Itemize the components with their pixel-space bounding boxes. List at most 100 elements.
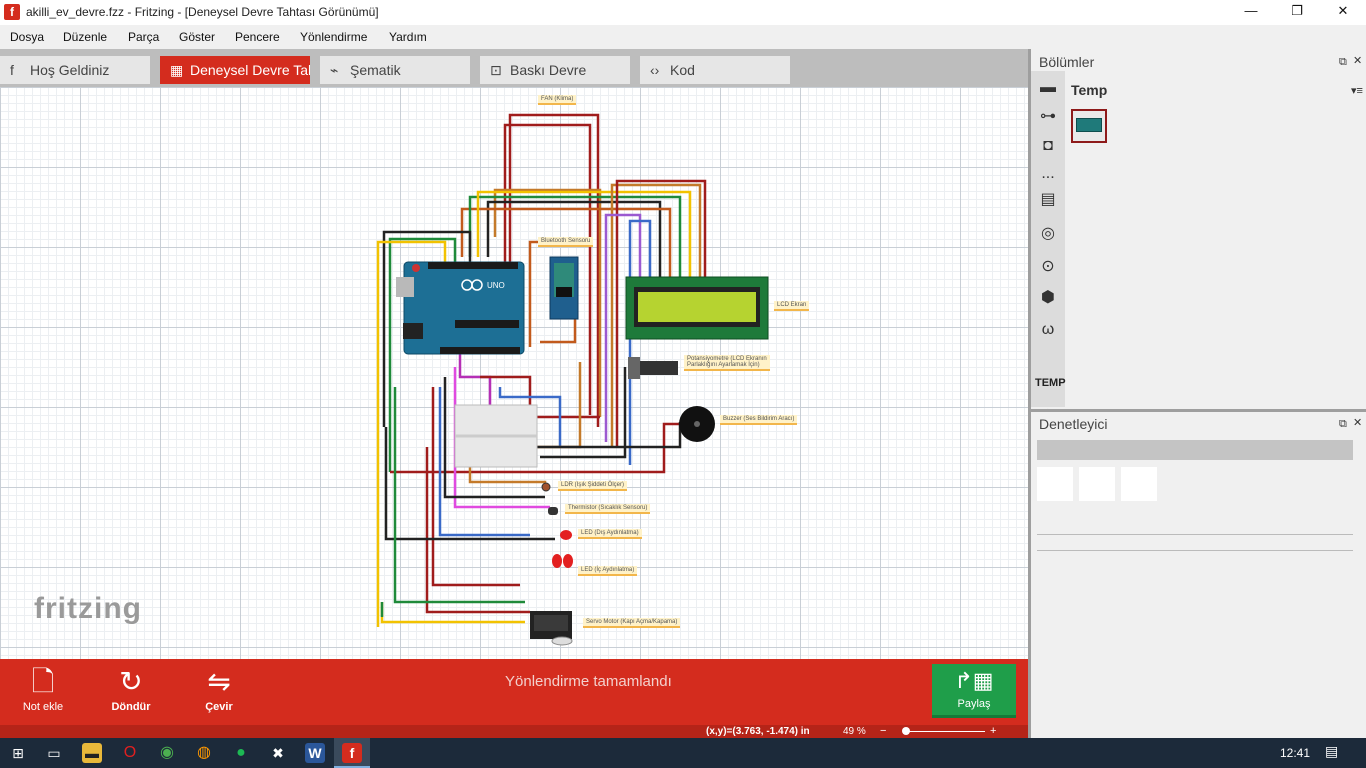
rotate-button[interactable]: ↻ Döndür	[96, 663, 166, 713]
lcd-display[interactable]	[625, 276, 769, 340]
resistor-bin-icon[interactable]: ⊶	[1036, 106, 1060, 128]
file-explorer-icon[interactable]: ▬	[82, 743, 102, 763]
close-panel-icon[interactable]: ✕	[1353, 416, 1362, 429]
tab-breadboard[interactable]: ▦ Deneysel Devre Tahtası	[160, 56, 310, 84]
wireless-bin-icon[interactable]: ◎	[1036, 223, 1060, 245]
led-outdoor[interactable]	[560, 530, 572, 540]
routing-status: Yönlendirme tamamlandı	[505, 673, 672, 690]
fritzing-app-icon: f	[4, 4, 20, 20]
label-ldr[interactable]: LDR (Işık Şiddeti Ölçer)	[558, 481, 628, 491]
share-icon: ↱▦	[954, 668, 994, 693]
clock[interactable]: 12:41	[1280, 746, 1310, 760]
opera-icon[interactable]: O	[120, 743, 140, 763]
firefox-icon[interactable]: ◍	[194, 743, 214, 763]
label-buzzer[interactable]: Buzzer (Ses Bildirim Aracı)	[720, 415, 798, 425]
add-note-label: Not ekle	[22, 701, 64, 713]
flip-label: Çevir	[205, 701, 233, 713]
led-indoor[interactable]	[552, 554, 573, 568]
zoom-slider-handle[interactable]	[902, 727, 910, 735]
word-icon[interactable]: W	[305, 743, 325, 763]
menu-duzenle[interactable]: Düzenle	[63, 30, 107, 44]
tab-schematic[interactable]: ⌁ Şematik	[320, 56, 470, 84]
label-lcd[interactable]: LCD Ekran	[774, 301, 810, 311]
ldr-sensor[interactable]	[541, 482, 551, 492]
menu-yonlendirme[interactable]: Yönlendirme	[300, 30, 367, 44]
core-parts-icon[interactable]: ▬	[1036, 77, 1060, 99]
spotify-icon[interactable]: ●	[231, 743, 251, 763]
ic-bin-icon[interactable]: ▤	[1036, 189, 1060, 211]
share-label: Paylaş	[957, 698, 991, 710]
network-tool-icon[interactable]: ✖	[268, 743, 288, 763]
zoom-slider[interactable]	[905, 731, 985, 732]
menu-pencere[interactable]: Pencere	[235, 30, 280, 44]
label-led-outdoor[interactable]: LED (Dış Aydınlatma)	[578, 529, 642, 539]
mini-breadboard[interactable]	[454, 404, 538, 468]
more-bins-icon[interactable]: ...	[1036, 163, 1060, 185]
tab-label: Baskı Devre	[510, 62, 587, 78]
breadboard-preview	[1037, 467, 1073, 501]
buzzer[interactable]	[679, 406, 715, 442]
maximize-button[interactable]: ❐	[1274, 0, 1320, 24]
tab-welcome[interactable]: f Hoş Geldiniz	[0, 56, 150, 84]
close-button[interactable]: ✕	[1320, 0, 1366, 24]
tab-label: Kod	[670, 62, 695, 78]
chrome-icon[interactable]: ◉	[157, 743, 177, 763]
servo-motor[interactable]	[530, 611, 573, 646]
zoom-out-icon[interactable]: −	[880, 725, 886, 737]
share-button[interactable]: ↱▦ Paylaş	[932, 664, 1016, 718]
parts-bin-list: ▬ ⊶ ◘ ... ▤ ◎ ⊙ ⬢ ω TEMP ▲	[1031, 71, 1066, 418]
zoom-level: 49 %	[843, 726, 866, 737]
temp-part-bluetooth[interactable]	[1071, 109, 1107, 143]
close-panel-icon[interactable]: ✕	[1353, 54, 1362, 67]
flip-icon: ⇋	[207, 666, 231, 697]
label-thermistor[interactable]: Thermistor (Sıcaklık Sensoru)	[565, 504, 651, 514]
tab-label: Deneysel Devre Tahtası	[190, 62, 310, 78]
temp-bin-label[interactable]: TEMP	[1035, 377, 1066, 389]
label-servo[interactable]: Servo Motor (Kapı Açma/Kapama)	[583, 618, 681, 628]
pcb-icon: ⊡	[490, 62, 502, 78]
tab-label: Hoş Geldiniz	[30, 62, 110, 78]
minimize-button[interactable]: —	[1228, 0, 1274, 24]
label-potentiometer[interactable]: Potansiyometre (LCD Ekranın Parlaklığını…	[684, 355, 770, 371]
tab-code[interactable]: ‹› Kod	[640, 56, 790, 84]
label-led-indoor[interactable]: LED (İç Aydınlatma)	[578, 566, 638, 576]
potentiometer[interactable]	[628, 357, 678, 379]
flip-button[interactable]: ⇋ Çevir	[184, 663, 254, 713]
motor-bin-icon[interactable]: ⊙	[1036, 256, 1060, 278]
add-note-button[interactable]: 🗋 Not ekle	[8, 663, 78, 713]
right-dock: Bölümler ⧉ ✕ ▬ ⊶ ◘ ... ▤ ◎ ⊙ ⬢ ω TEMP ▲ …	[1028, 49, 1366, 738]
task-view-icon[interactable]: ▭	[44, 743, 64, 763]
arduino-uno[interactable]: UNO	[396, 261, 525, 355]
float-panel-icon[interactable]: ⧉	[1339, 56, 1347, 69]
uno-text: UNO	[487, 281, 505, 290]
bluetooth-module[interactable]	[549, 256, 579, 320]
menu-yardim[interactable]: Yardım	[389, 30, 427, 44]
button-bin-icon[interactable]: ◘	[1036, 135, 1060, 157]
cursor-coordinates: (x,y)=(3.763, -1.474) in	[706, 726, 810, 737]
label-bluetooth[interactable]: Bluetooth Sensoru	[538, 237, 594, 247]
bin-menu-icon[interactable]: ▾≡	[1351, 84, 1363, 97]
title-bar: f akilli_ev_devre.fzz - Fritzing - [Dene…	[0, 0, 1366, 24]
thermistor[interactable]	[548, 507, 558, 515]
menu-goster[interactable]: Göster	[179, 30, 215, 44]
notification-icon[interactable]: ▤	[1325, 743, 1338, 760]
code-icon: ‹›	[650, 62, 660, 78]
fritzing-f-icon: f	[10, 62, 14, 78]
fritzing-watermark: fritzing	[34, 592, 142, 625]
label-fan[interactable]: FAN (Klima)	[538, 95, 577, 105]
note-icon: 🗋	[31, 666, 55, 697]
windows-start-icon[interactable]: ⊞	[8, 743, 28, 763]
zoom-in-icon[interactable]: +	[990, 725, 996, 737]
window-title: akilli_ev_devre.fzz - Fritzing - [Deneys…	[26, 5, 379, 19]
circuit-drawing[interactable]: UNO	[0, 87, 1028, 659]
schematic-preview	[1079, 467, 1115, 501]
float-panel-icon[interactable]: ⧉	[1339, 418, 1347, 431]
fritzing-icon[interactable]: f	[342, 743, 362, 763]
menu-dosya[interactable]: Dosya	[10, 30, 44, 44]
tab-pcb[interactable]: ⊡ Baskı Devre	[480, 56, 630, 84]
parts-panel-title: Bölümler	[1039, 54, 1095, 70]
connector-bin-icon[interactable]: ω	[1036, 319, 1060, 341]
breadboard-canvas[interactable]: UNO FAN (Klima) Bluetooth Sensoru LCD Ek…	[0, 87, 1028, 659]
menu-parca[interactable]: Parça	[128, 30, 159, 44]
hexagon-bin-icon[interactable]: ⬢	[1036, 287, 1060, 309]
